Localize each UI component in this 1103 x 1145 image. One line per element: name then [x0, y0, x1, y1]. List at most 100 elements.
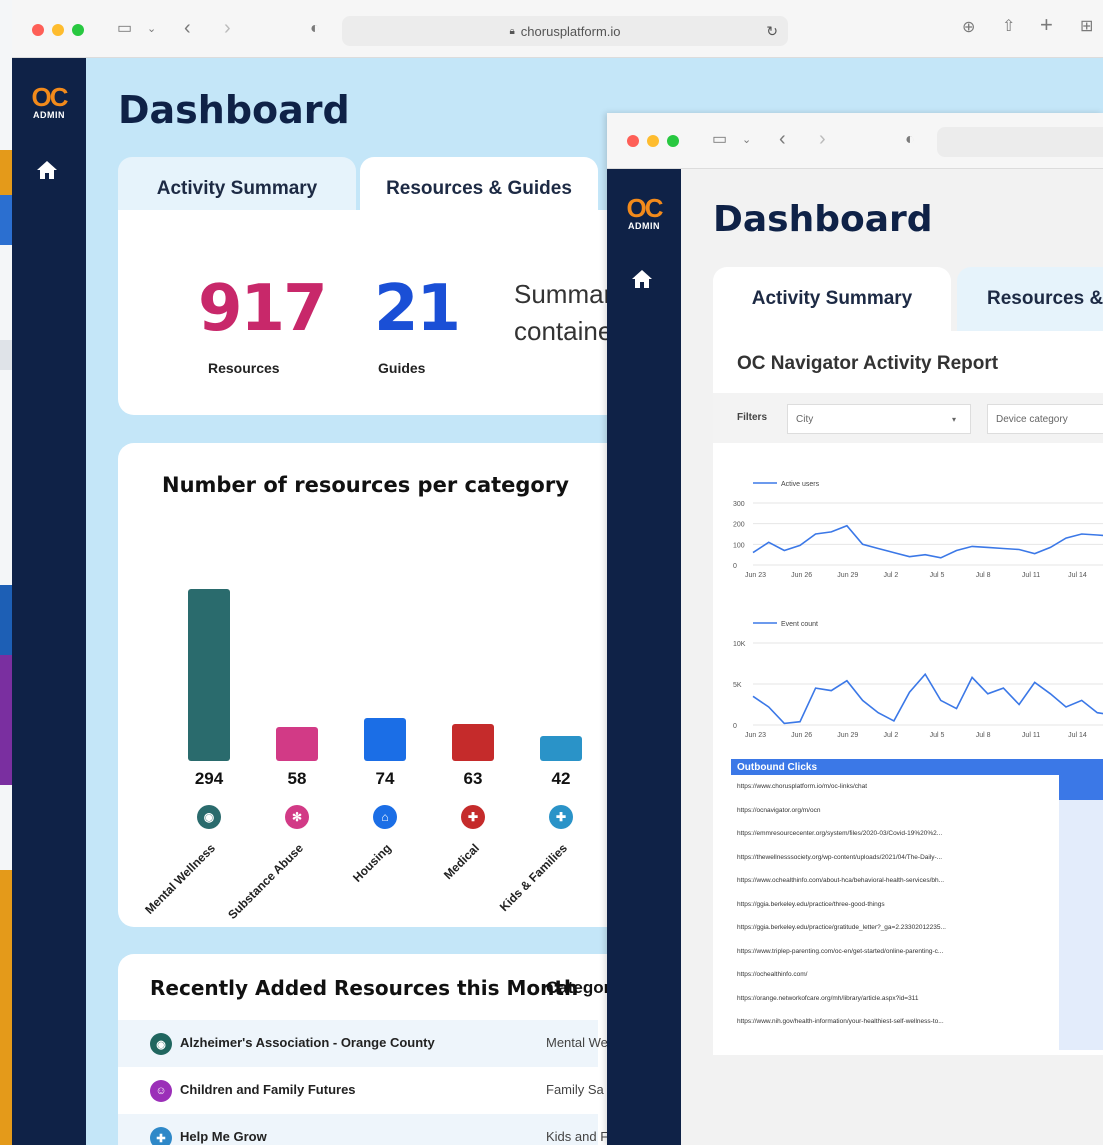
- address-bar-url: chorusplatform.io: [520, 23, 621, 39]
- outbound-url-link[interactable]: https://ochealthinfo.com/: [737, 971, 1055, 978]
- tab-label: Resources & Guides: [386, 178, 572, 199]
- back-arrow-icon[interactable]: ‹: [184, 18, 191, 38]
- bar[interactable]: [276, 727, 318, 761]
- bar[interactable]: [540, 736, 582, 761]
- zoom-window-button[interactable]: [72, 24, 84, 36]
- y-tick-label: 0: [733, 563, 737, 570]
- download-icon[interactable]: ⊕: [962, 20, 975, 36]
- x-tick-label: Jul 14: [1068, 572, 1087, 579]
- category-tick-label: Medical: [440, 841, 482, 883]
- forward-arrow-icon[interactable]: ›: [819, 129, 826, 149]
- close-window-button[interactable]: [32, 24, 44, 36]
- kids-families-icon: ✚: [150, 1127, 172, 1145]
- y-tick-label: 5K: [733, 682, 742, 689]
- address-bar[interactable]: 🔒︎ chorusplatform.io ↻: [342, 16, 788, 46]
- home-icon[interactable]: [36, 160, 60, 182]
- x-tick-label: Jun 29: [837, 572, 858, 579]
- city-filter-select[interactable]: City ▾: [787, 404, 971, 434]
- series-line: [752, 672, 1103, 725]
- oc-admin-logo[interactable]: OC ADMIN: [24, 84, 74, 120]
- series-line: [752, 524, 1103, 559]
- outbound-url-link[interactable]: https://ocnavigator.org/m/ocn: [737, 807, 1055, 814]
- stats-card: 917 Resources 21 Guides Summar containe: [118, 210, 638, 415]
- bar-chart: 294 ◉ Mental Wellness 58 ✻ Substance Abuse 74 ⌂…: [118, 443, 661, 927]
- tab-resources-guides[interactable]: Resources & (: [957, 267, 1103, 331]
- chevron-down-icon[interactable]: ⌄: [742, 132, 751, 148]
- filters-label: Filters: [737, 412, 768, 423]
- x-tick-label: Jul 11: [1022, 572, 1040, 579]
- browser-toolbar: ▭ ⌄ ‹ › ◐: [607, 113, 1103, 169]
- x-tick-label: Jul 8: [976, 572, 991, 579]
- activity-report-panel: OC Navigator Activity Report Filters Cit…: [713, 331, 1103, 1055]
- summary-text: Summar containe: [514, 276, 612, 350]
- kids-families-icon: ✚: [549, 805, 573, 829]
- page-title: Dashboard: [118, 88, 350, 132]
- privacy-shield-icon[interactable]: ◐: [905, 132, 915, 148]
- sidebar-toggle-icon[interactable]: ▭: [117, 21, 132, 37]
- outbound-url-link[interactable]: https://ggia.berkeley.edu/practice/three…: [737, 901, 1055, 908]
- line-charts: Active users 300 200 100 0 Jun 23 Jun 26 Jun 29…: [733, 481, 1103, 739]
- back-arrow-icon[interactable]: ‹: [779, 129, 786, 149]
- admin-sidebar: OC ADMIN: [12, 58, 86, 1145]
- category-tick-label: Housing: [350, 841, 394, 885]
- minimize-window-button[interactable]: [647, 135, 659, 147]
- lock-icon: 🔒︎: [509, 25, 515, 37]
- category-tick-label: Kids & Families: [496, 841, 570, 915]
- table-row[interactable]: ☺ Children and Family Futures Family Sa: [118, 1067, 604, 1114]
- page-title: Dashboard: [713, 199, 933, 240]
- outbound-url-link[interactable]: https://orange.networkofcare.org/mh/libr…: [737, 995, 1055, 1002]
- resource-name: Alzheimer's Association - Orange County: [180, 1035, 435, 1050]
- x-tick-label: Jul 8: [976, 732, 991, 739]
- minimize-window-button[interactable]: [52, 24, 64, 36]
- share-icon[interactable]: ⇧: [1002, 19, 1015, 35]
- x-tick-label: Jun 23: [745, 732, 766, 739]
- background-strip-blue-block: [0, 195, 12, 245]
- bar[interactable]: [452, 724, 494, 761]
- resource-name: Help Me Grow: [180, 1129, 267, 1144]
- guides-count: 21: [374, 272, 461, 346]
- zoom-window-button[interactable]: [667, 135, 679, 147]
- admin-sidebar: OC ADMIN: [607, 169, 681, 1145]
- logo-mark: OC: [31, 82, 69, 112]
- x-tick-label: Jul 5: [930, 572, 945, 579]
- outbound-url-link[interactable]: https://emmresourcecenter.org/system/fil…: [737, 830, 1055, 837]
- y-tick-label: 200: [733, 522, 745, 529]
- table-row[interactable]: ◉ Alzheimer's Association - Orange Count…: [118, 1020, 608, 1067]
- device-category-filter-select[interactable]: Device category: [987, 404, 1103, 434]
- x-tick-label: Jul 11: [1022, 732, 1040, 739]
- bar[interactable]: [364, 717, 406, 761]
- outbound-url-link[interactable]: https://ggia.berkeley.edu/practice/grati…: [737, 924, 1055, 931]
- bar-value-label: 58: [287, 769, 307, 788]
- forward-arrow-icon[interactable]: ›: [224, 18, 231, 38]
- outbound-url-link[interactable]: https://www.chorusplatform.io/m/oc-links…: [737, 783, 1055, 790]
- bar[interactable]: [188, 589, 230, 761]
- background-strip-bottom-orange-block: [0, 870, 12, 1145]
- table-row[interactable]: ✚ Help Me Grow Kids and F: [118, 1114, 608, 1145]
- close-window-button[interactable]: [627, 135, 639, 147]
- substance-abuse-icon: ✻: [285, 805, 309, 829]
- mental-wellness-icon: ◉: [197, 805, 221, 829]
- outbound-url-link[interactable]: https://thewellnesssociety.org/wp-conten…: [737, 854, 1055, 861]
- address-bar[interactable]: [937, 127, 1103, 157]
- x-tick-label: Jun 26: [791, 572, 812, 579]
- bar-value-label: 63: [463, 769, 483, 788]
- new-tab-icon[interactable]: +: [1040, 14, 1053, 36]
- filters-bar: Filters City ▾ Device category: [713, 393, 1103, 443]
- family-safety-icon: ☺: [150, 1080, 172, 1102]
- guides-label: Guides: [378, 360, 426, 376]
- privacy-shield-icon[interactable]: ◐: [310, 21, 320, 37]
- bar-value-label: 42: [551, 769, 571, 788]
- outbound-url-link[interactable]: https://www.triplep-parenting.com/oc-en/…: [737, 948, 1055, 955]
- chevron-down-icon[interactable]: ⌄: [147, 21, 156, 37]
- oc-admin-logo[interactable]: OC ADMIN: [619, 195, 669, 231]
- outbound-url-link[interactable]: https://www.nih.gov/health-information/y…: [737, 1018, 1055, 1025]
- background-strip-grey-block: [0, 340, 12, 370]
- browser-toolbar: ▭ ⌄ ‹ › ◐ 🔒︎ chorusplatform.io ↻ ⊕ ⇧ + ⊞: [12, 0, 1103, 58]
- outbound-url-link[interactable]: https://www.ochealthinfo.com/about-hca/b…: [737, 877, 1055, 884]
- device-select-value: Device category: [996, 413, 1068, 425]
- sidebar-toggle-icon[interactable]: ▭: [712, 132, 727, 148]
- tab-activity-summary[interactable]: Activity Summary: [713, 267, 951, 331]
- reload-icon[interactable]: ↻: [766, 23, 778, 40]
- home-icon[interactable]: [631, 269, 655, 291]
- tab-overview-icon[interactable]: ⊞: [1080, 19, 1093, 35]
